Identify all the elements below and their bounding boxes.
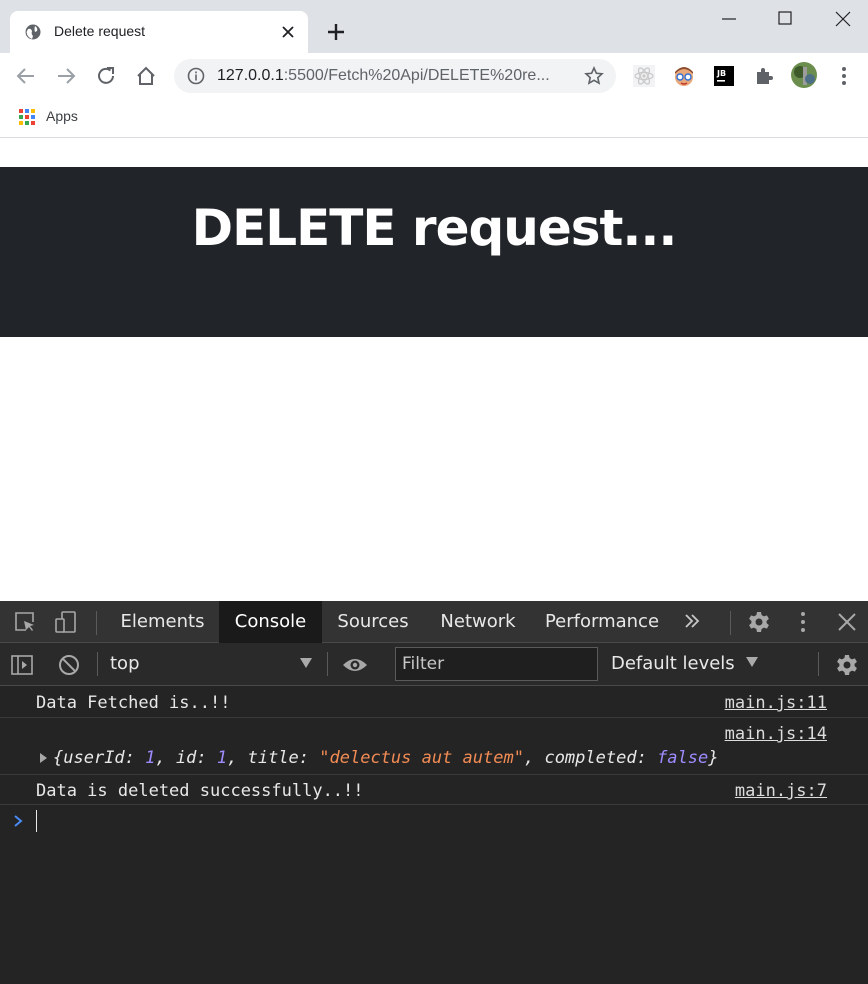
- devtools-tabbar: Elements Console Sources Network Perform…: [0, 601, 868, 643]
- maximize-icon[interactable]: [762, 6, 808, 32]
- console-filterbar: top Default levels: [0, 643, 868, 686]
- avatar[interactable]: [790, 61, 818, 89]
- filterbar-separator: [818, 652, 819, 676]
- browser-toolbar: 127.0.0.1:5500/Fetch%20Api/DELETE%20re..…: [0, 53, 868, 99]
- object-key: userId:: [63, 748, 135, 768]
- console-settings-gear-icon[interactable]: [835, 653, 859, 677]
- extensions-puzzle-icon[interactable]: [752, 64, 776, 88]
- tab-console[interactable]: Console: [219, 601, 322, 643]
- devtools-panel: Elements Console Sources Network Perform…: [0, 601, 868, 984]
- face-extension-icon[interactable]: [672, 64, 696, 88]
- page-viewport: DELETE request...: [0, 139, 868, 601]
- clear-console-icon[interactable]: [57, 653, 81, 677]
- info-icon[interactable]: [187, 67, 205, 85]
- tab-performance[interactable]: Performance: [536, 601, 668, 643]
- tab-network[interactable]: Network: [428, 601, 528, 643]
- console-source-link[interactable]: main.js:7: [735, 781, 827, 801]
- home-icon[interactable]: [134, 64, 158, 88]
- tab-title: Delete request: [54, 23, 146, 39]
- jetbrains-icon[interactable]: JB: [712, 64, 736, 88]
- console-source-link[interactable]: main.js:14: [725, 724, 827, 744]
- log-levels-label: Default levels: [611, 653, 735, 674]
- context-dropdown-arrow-icon[interactable]: [300, 658, 312, 668]
- settings-gear-icon[interactable]: [747, 610, 771, 634]
- svg-text:JB: JB: [716, 69, 726, 78]
- object-key: completed:: [544, 748, 647, 768]
- object-string: "delectus aut autem": [319, 748, 524, 768]
- console-message-text: Data Fetched is..!!: [36, 693, 231, 713]
- console-message-text: Data is deleted successfully..!!: [36, 781, 364, 801]
- browser-tab[interactable]: Delete request: [10, 11, 308, 53]
- sidebar-toggle-icon[interactable]: [10, 653, 34, 677]
- forward-arrow-icon[interactable]: [54, 64, 78, 88]
- url-text[interactable]: 127.0.0.1:5500/Fetch%20Api/DELETE%20re..…: [217, 67, 550, 85]
- more-tabs-chevron-icon[interactable]: [682, 611, 702, 631]
- object-key: id:: [175, 748, 207, 768]
- kebab-menu-icon[interactable]: [832, 64, 856, 88]
- url-host: 127.0.0.1: [217, 67, 284, 84]
- console-filter-input[interactable]: [395, 647, 598, 681]
- url-path: :5500/Fetch%20Api/DELETE%20re...: [283, 67, 550, 84]
- page-title: DELETE request...: [191, 199, 678, 257]
- hero-banner: DELETE request...: [0, 167, 868, 337]
- react-devtools-icon[interactable]: [632, 64, 656, 88]
- console-message: Data is deleted successfully..!! main.js…: [0, 775, 868, 805]
- tab-strip: Delete request: [0, 0, 868, 53]
- tabbar-separator: [96, 611, 97, 635]
- console-input-caret[interactable]: [36, 810, 37, 832]
- filterbar-separator: [97, 652, 98, 676]
- log-levels-dropdown[interactable]: Default levels: [611, 653, 759, 674]
- tab-elements[interactable]: Elements: [110, 601, 215, 643]
- expand-triangle-icon[interactable]: [40, 753, 47, 763]
- tabbar-separator: [730, 611, 731, 635]
- address-bar[interactable]: 127.0.0.1:5500/Fetch%20Api/DELETE%20re..…: [174, 59, 616, 93]
- object-boolean: false: [657, 748, 709, 768]
- bookmarks-bar: Apps: [0, 99, 868, 138]
- console-message: main.js:14 {userId: 1, id: 1, title: "de…: [0, 718, 868, 775]
- console-object[interactable]: {userId: 1, id: 1, title: "delectus aut …: [53, 748, 719, 768]
- inspect-element-icon[interactable]: [13, 610, 37, 634]
- filterbar-separator: [327, 652, 328, 676]
- console-message: Data Fetched is..!! main.js:11: [0, 686, 868, 718]
- object-number: 1: [145, 748, 156, 768]
- close-devtools-icon[interactable]: [835, 610, 859, 634]
- apps-grid-icon[interactable]: [18, 108, 36, 126]
- reload-icon[interactable]: [94, 64, 118, 88]
- context-selector[interactable]: top: [110, 653, 320, 677]
- tab-sources[interactable]: Sources: [326, 601, 420, 643]
- bookmark-star-icon[interactable]: [584, 66, 604, 86]
- back-arrow-icon[interactable]: [14, 64, 38, 88]
- live-expression-eye-icon[interactable]: [341, 653, 369, 677]
- device-toolbar-icon[interactable]: [54, 610, 78, 634]
- close-tab-icon[interactable]: [280, 24, 296, 40]
- console-output: Data Fetched is..!! main.js:11 main.js:1…: [0, 686, 868, 984]
- context-value: top: [110, 653, 140, 674]
- chevron-down-icon: [746, 657, 759, 667]
- devtools-menu-icon[interactable]: [791, 610, 815, 634]
- object-key: title:: [247, 748, 310, 768]
- console-source-link[interactable]: main.js:11: [725, 693, 827, 713]
- console-prompt-icon: [14, 815, 23, 827]
- minimize-icon[interactable]: [706, 6, 752, 32]
- globe-icon: [25, 24, 41, 40]
- apps-bookmark[interactable]: Apps: [46, 108, 78, 124]
- close-window-icon[interactable]: [820, 6, 866, 32]
- new-tab-icon[interactable]: [324, 20, 348, 44]
- object-number: 1: [216, 748, 228, 768]
